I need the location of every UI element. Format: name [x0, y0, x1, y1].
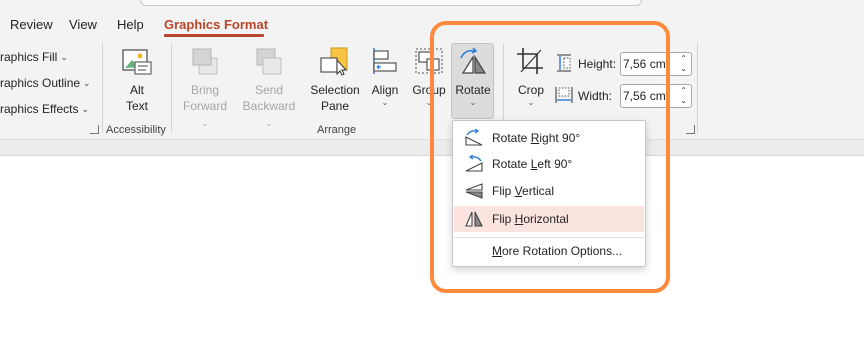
group-divider: [171, 43, 172, 133]
bring-forward-button[interactable]: Bring Forward ⌄: [180, 44, 230, 130]
ribbon-tab-bar: Review View Help Graphics Format: [0, 0, 864, 37]
rotate-button[interactable]: Rotate ⌄: [453, 44, 493, 108]
chevron-down-icon: ⌄: [83, 77, 91, 88]
menu-item-flip-horizontal[interactable]: Flip Horizontal: [454, 206, 644, 232]
height-field[interactable]: 7,56 cm ⌃ ⌄: [620, 52, 692, 76]
crop-icon: [514, 44, 548, 78]
crop-label: Crop: [517, 83, 544, 97]
alt-text-icon: [120, 44, 154, 78]
graphics-effects-button[interactable]: raphics Effects ⌄: [0, 98, 89, 120]
menu-item-more-rotation-options[interactable]: More Rotation Options...: [454, 238, 644, 264]
chevron-down-icon: ⌄: [60, 51, 68, 62]
chevron-down-icon: ⌄: [381, 98, 389, 107]
group-divider: [102, 43, 103, 133]
chevron-down-icon: ⌄: [265, 119, 273, 128]
selection-pane-label-line1: Selection: [310, 83, 360, 97]
chevron-down-icon: ⌄: [81, 103, 90, 114]
width-icon: [555, 85, 573, 108]
selection-pane-button[interactable]: Selection Pane: [307, 44, 363, 114]
group-icon: [412, 44, 446, 78]
group-button[interactable]: Group ⌄: [410, 44, 448, 108]
width-value: 7,56 cm: [623, 89, 666, 103]
graphics-styles-dialog-launcher[interactable]: [90, 125, 99, 134]
selection-pane-label-line2: Pane: [320, 99, 350, 113]
graphics-fill-button[interactable]: raphics Fill ⌄: [0, 46, 68, 68]
align-icon: [368, 44, 402, 78]
menu-item-label: Rotate Right 90°: [492, 131, 581, 145]
tab-view[interactable]: View: [69, 17, 97, 32]
tab-help[interactable]: Help: [117, 17, 144, 32]
size-dialog-launcher[interactable]: [686, 125, 695, 134]
rotate-left-icon: [463, 155, 485, 173]
alt-text-label-line1: Alt: [129, 83, 144, 97]
group-divider: [697, 43, 698, 133]
align-label: Align: [371, 83, 399, 97]
width-label: Width:: [578, 89, 613, 103]
graphics-outline-label: raphics Outline: [0, 76, 81, 90]
graphics-outline-button[interactable]: raphics Outline ⌄: [0, 72, 91, 94]
align-button[interactable]: Align ⌄: [368, 44, 402, 108]
group-label: Group: [412, 83, 446, 97]
send-backward-button[interactable]: Send Backward ⌄: [240, 44, 298, 130]
chevron-down-icon: ⌄: [469, 98, 477, 107]
tab-review[interactable]: Review: [10, 17, 53, 32]
width-row: Width:: [555, 84, 618, 108]
chevron-down-icon: ⌄: [425, 98, 433, 107]
rotate-label: Rotate: [455, 83, 491, 97]
crop-button[interactable]: Crop ⌄: [514, 44, 548, 108]
menu-item-label: Flip Horizontal: [492, 212, 569, 226]
height-label: Height:: [578, 57, 617, 71]
height-row: Height:: [555, 52, 618, 76]
flip-horizontal-icon: [463, 210, 485, 228]
alt-text-label-line2: Text: [125, 99, 148, 113]
chevron-down-icon: ⌄: [201, 119, 209, 128]
spin-up-icon[interactable]: ⌃: [680, 54, 687, 64]
bring-forward-label-line2: Forward ⌄: [182, 99, 227, 128]
menu-item-label: Flip Vertical: [492, 184, 555, 198]
tab-graphics-format[interactable]: Graphics Format: [164, 17, 268, 32]
spin-down-icon[interactable]: ⌄: [680, 64, 687, 74]
menu-item-flip-vertical[interactable]: Flip Vertical: [454, 178, 644, 204]
height-icon: [555, 53, 573, 76]
width-field[interactable]: 7,56 cm ⌃ ⌄: [620, 84, 692, 108]
graphics-fill-label: raphics Fill: [0, 50, 58, 64]
arrange-group-label: Arrange: [317, 124, 357, 136]
send-backward-label-line2: Backward ⌄: [242, 99, 296, 128]
chevron-down-icon: ⌄: [527, 98, 535, 107]
accessibility-group-label: Accessibility: [106, 124, 166, 136]
menu-item-label: Rotate Left 90°: [492, 157, 573, 171]
quick-search-box[interactable]: [140, 0, 642, 6]
selection-pane-icon: [318, 44, 352, 78]
send-backward-icon: [252, 44, 286, 78]
rotate-icon: [456, 44, 490, 78]
bring-forward-icon: [188, 44, 222, 78]
menu-item-rotate-right[interactable]: Rotate Right 90°: [454, 125, 644, 151]
spin-up-icon[interactable]: ⌃: [680, 86, 687, 96]
rotate-right-icon: [463, 129, 485, 147]
menu-item-label: More Rotation Options...: [492, 244, 623, 258]
menu-item-rotate-left[interactable]: Rotate Left 90°: [454, 151, 644, 177]
ribbon-bottom-strip: [0, 140, 864, 156]
spin-down-icon[interactable]: ⌄: [680, 96, 687, 106]
flip-vertical-icon: [463, 182, 485, 200]
document-canvas[interactable]: [0, 157, 864, 340]
bring-forward-label-line1: Bring: [190, 83, 219, 97]
send-backward-label-line1: Send: [254, 83, 284, 97]
alt-text-button[interactable]: Alt Text: [118, 44, 156, 114]
graphics-effects-label: raphics Effects: [0, 102, 79, 116]
height-value: 7,56 cm: [623, 57, 666, 71]
rotate-dropdown-menu: Rotate Right 90° Rotate Left 90° Flip Ve…: [452, 120, 646, 267]
